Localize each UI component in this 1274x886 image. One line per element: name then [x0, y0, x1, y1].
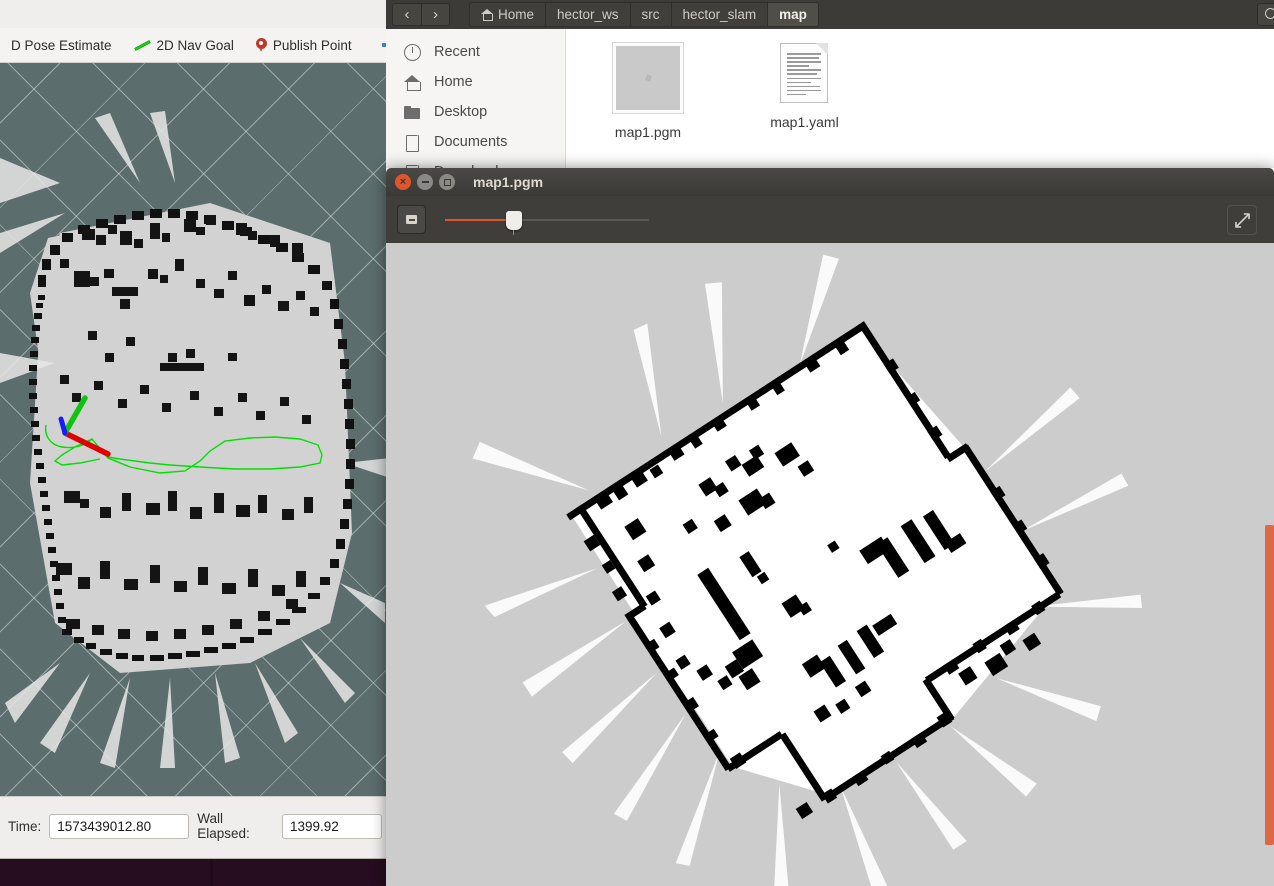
map-image — [386, 243, 1274, 886]
rviz-window: D Pose Estimate 2D Nav Goal Publish Poin… — [0, 0, 397, 886]
file-manager-header: ‹ › Home hector_ws src hector_slam map — [386, 0, 1274, 29]
tool-2d-pose-estimate[interactable]: D Pose Estimate — [0, 28, 123, 62]
tool-2d-nav-goal[interactable]: 2D Nav Goal — [123, 28, 245, 62]
nav-goal-icon — [134, 39, 151, 52]
taskbar[interactable] — [0, 858, 390, 886]
zoom-out-button[interactable] — [397, 205, 426, 234]
breadcrumb-label: hector_slam — [682, 7, 757, 22]
search-button[interactable] — [1257, 3, 1274, 26]
text-document-icon — [780, 43, 829, 103]
breadcrumb-item-hector-ws[interactable]: hector_ws — [545, 2, 630, 27]
sidebar-item-recent[interactable]: Recent — [386, 37, 565, 67]
home-icon — [481, 9, 493, 21]
forward-chevron-icon: › — [433, 6, 438, 23]
tool-publish-point[interactable]: Publish Point — [245, 28, 363, 62]
file-item-map1-pgm[interactable]: map1.pgm — [588, 43, 708, 140]
screen-root: D Pose Estimate 2D Nav Goal Publish Poin… — [0, 0, 1274, 886]
sidebar-item-label: Recent — [434, 44, 480, 60]
maximize-icon[interactable] — [439, 174, 455, 190]
vertical-scrollbar[interactable] — [1265, 525, 1274, 845]
breadcrumb-item-src[interactable]: src — [629, 2, 671, 27]
sidebar-item-label: Home — [434, 74, 473, 90]
nav-goal-label: 2D Nav Goal — [156, 37, 234, 53]
image-viewer-canvas[interactable] — [386, 243, 1274, 886]
zoom-slider-fill — [445, 218, 512, 221]
file-label: map1.yaml — [770, 114, 839, 130]
breadcrumb-label: hector_ws — [557, 7, 619, 22]
image-viewer-toolbar — [386, 196, 1274, 243]
image-viewer-window: × map1.pgm — [386, 168, 1274, 886]
window-title: map1.pgm — [473, 174, 544, 190]
publish-point-icon — [255, 37, 267, 53]
rviz-3d-view[interactable] — [0, 63, 390, 796]
taskbar-item-2[interactable] — [213, 859, 390, 886]
breadcrumb-label: src — [641, 7, 660, 22]
sidebar-item-documents[interactable]: Documents — [386, 127, 565, 157]
sidebar-item-label: Desktop — [434, 104, 488, 120]
zoom-slider-handle[interactable] — [506, 211, 522, 230]
house-icon — [404, 74, 421, 91]
file-label: map1.pgm — [614, 124, 682, 140]
rviz-axes-marker — [58, 395, 111, 457]
fullscreen-button[interactable] — [1227, 205, 1257, 235]
file-item-map1-yaml[interactable]: map1.yaml — [744, 43, 864, 130]
forward-button[interactable]: › — [421, 3, 450, 26]
back-button[interactable]: ‹ — [392, 3, 421, 26]
breadcrumb-item-home[interactable]: Home — [469, 2, 546, 27]
image-viewer-titlebar[interactable]: × map1.pgm — [386, 168, 1274, 196]
image-thumbnail-icon — [613, 43, 683, 113]
clock-icon — [404, 43, 421, 61]
document-icon — [404, 134, 421, 152]
rviz-toolbar: D Pose Estimate 2D Nav Goal Publish Poin… — [0, 28, 397, 63]
folder-icon — [404, 104, 421, 121]
rviz-status-bar: Time: 1573439012.80 Wall Elapsed: 1399.9… — [0, 796, 390, 855]
time-label: Time: — [8, 818, 42, 834]
taskbar-item-1[interactable] — [0, 859, 210, 886]
wall-elapsed-value-field[interactable]: 1399.92 — [282, 813, 382, 839]
publish-point-label: Publish Point — [272, 37, 352, 53]
sidebar-item-home[interactable]: Home — [386, 67, 565, 97]
zoom-slider[interactable] — [445, 205, 649, 235]
wall-elapsed-label: Wall Elapsed: — [197, 811, 250, 841]
breadcrumb-item-hector-slam[interactable]: hector_slam — [670, 2, 768, 27]
breadcrumb-item-map[interactable]: map — [767, 2, 819, 27]
sidebar-item-desktop[interactable]: Desktop — [386, 97, 565, 127]
minimize-icon[interactable] — [417, 174, 433, 190]
search-icon — [1265, 8, 1274, 21]
breadcrumb: Home hector_ws src hector_slam map — [469, 2, 819, 27]
pose-estimate-label: D Pose Estimate — [11, 37, 112, 53]
time-value-field[interactable]: 1573439012.80 — [49, 813, 190, 839]
zoom-slider-tick — [513, 230, 514, 235]
expand-arrows-icon — [1234, 212, 1250, 228]
back-chevron-icon: ‹ — [404, 6, 410, 23]
breadcrumb-label: map — [779, 7, 807, 22]
breadcrumb-label: Home — [498, 7, 535, 22]
sidebar-item-label: Documents — [434, 134, 508, 150]
close-icon[interactable]: × — [395, 174, 411, 190]
